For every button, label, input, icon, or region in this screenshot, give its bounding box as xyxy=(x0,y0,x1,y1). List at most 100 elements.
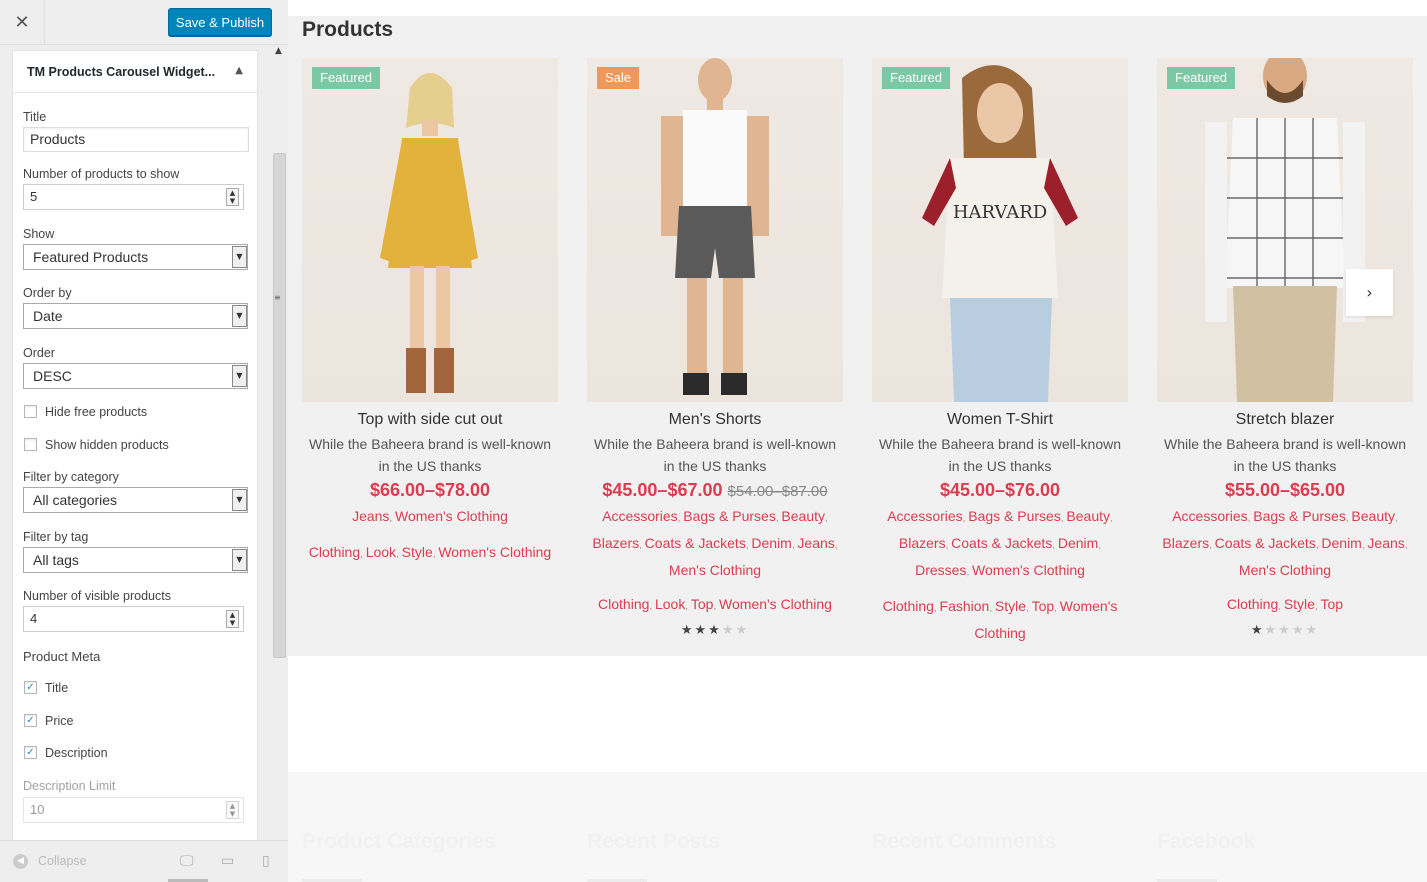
collapse-icon[interactable]: ◀ xyxy=(13,854,28,869)
product-badge: Featured xyxy=(312,67,381,89)
tag-link[interactable]: Clothing xyxy=(309,544,360,560)
product-name[interactable]: Stretch blazer xyxy=(1157,411,1413,429)
category-link[interactable]: Men's Clothing xyxy=(1239,562,1331,578)
filter-tag-select[interactable]: All tags ▼ xyxy=(23,547,248,573)
tag-link[interactable]: Top xyxy=(1032,598,1055,614)
category-link[interactable]: Bags & Purses xyxy=(968,508,1061,524)
category-link[interactable]: Denim xyxy=(751,535,791,551)
description-limit-input[interactable]: 10 ▲ ▼ xyxy=(23,797,244,823)
category-link[interactable]: Jeans xyxy=(1367,535,1404,551)
spinner-icon[interactable]: ▲ ▼ xyxy=(226,801,239,819)
category-link[interactable]: Denim xyxy=(1058,535,1098,551)
product-categories: Accessories, Bags & Purses, Beauty, Blaz… xyxy=(872,504,1128,585)
category-link[interactable]: Coats & Jackets xyxy=(1215,535,1316,551)
product-image[interactable]: HARVARD Featured xyxy=(872,58,1128,402)
old-price: $54.00–$87.00 xyxy=(727,483,828,500)
dropdown-arrow-icon[interactable]: ▼ xyxy=(232,549,247,571)
product-name[interactable]: Men's Shorts xyxy=(587,411,843,429)
product-name[interactable]: Women T-Shirt xyxy=(872,411,1128,429)
tag-link[interactable]: Style xyxy=(402,544,433,560)
tag-link[interactable]: Style xyxy=(1284,596,1315,612)
hide-free-checkbox[interactable] xyxy=(24,405,37,418)
separator: , xyxy=(1404,540,1408,551)
carousel-next-icon[interactable]: › xyxy=(1346,269,1393,316)
category-link[interactable]: Women's Clothing xyxy=(395,508,508,524)
star-icon: ★ xyxy=(1305,623,1320,638)
tag-link[interactable]: Style xyxy=(995,598,1026,614)
product-card: HARVARD Featured Women T-Shirt While the Ba… xyxy=(872,58,1128,646)
tag-link[interactable]: Top xyxy=(1321,596,1344,612)
tag-link[interactable]: Women's Clothing xyxy=(719,596,832,612)
category-link[interactable]: Bags & Purses xyxy=(1253,508,1346,524)
category-link[interactable]: Accessories xyxy=(1172,508,1247,524)
show-hidden-checkbox[interactable] xyxy=(24,438,37,451)
tablet-icon[interactable]: ▭ xyxy=(221,853,234,869)
meta-price-checkbox[interactable]: ✓ xyxy=(24,714,37,727)
tag-link[interactable]: Look xyxy=(366,544,396,560)
category-link[interactable]: Coats & Jackets xyxy=(645,535,746,551)
category-link[interactable]: Women's Clothing xyxy=(972,562,1085,578)
tag-link[interactable]: Clothing xyxy=(598,596,649,612)
num-products-input[interactable]: 5 ▲ ▼ xyxy=(23,184,244,210)
category-link[interactable]: Blazers xyxy=(592,535,639,551)
collapse-button[interactable]: Collapse xyxy=(38,854,87,868)
product-tags: Clothing, Look, Style, Women's Clothing xyxy=(302,540,558,567)
star-icon: ★ xyxy=(735,623,750,638)
show-select[interactable]: Featured Products ▼ xyxy=(23,244,248,270)
tag-link[interactable]: Women's Clothing xyxy=(438,544,551,560)
category-link[interactable]: Jeans xyxy=(797,535,834,551)
tag-link[interactable]: Clothing xyxy=(1227,596,1278,612)
desktop-icon[interactable]: 🖵 xyxy=(180,853,194,869)
category-link[interactable]: Beauty xyxy=(781,508,825,524)
product-image[interactable]: Featured xyxy=(302,58,558,402)
title-input[interactable]: Products xyxy=(23,127,249,152)
widget-panel: TM Products Carousel Widget... ▲ Title P… xyxy=(12,50,258,842)
filter-category-select[interactable]: All categories ▼ xyxy=(23,487,248,513)
dropdown-arrow-icon[interactable]: ▼ xyxy=(232,305,247,327)
close-icon[interactable]: ✕ xyxy=(0,0,45,45)
category-link[interactable]: Beauty xyxy=(1066,508,1110,524)
category-link[interactable]: Beauty xyxy=(1351,508,1395,524)
meta-title-checkbox[interactable]: ✓ xyxy=(24,681,37,694)
scroll-up-icon[interactable]: ▲ xyxy=(275,46,282,56)
product-badge: Sale xyxy=(597,67,640,89)
product-tags: Clothing, Style, Top xyxy=(1157,592,1413,619)
order-select[interactable]: DESC ▼ xyxy=(23,363,248,389)
scrollbar-thumb[interactable] xyxy=(273,153,286,658)
category-link[interactable]: Denim xyxy=(1321,535,1361,551)
category-link[interactable]: Jeans xyxy=(352,508,389,524)
tag-link[interactable]: Fashion xyxy=(940,598,990,614)
mobile-icon[interactable]: ▯ xyxy=(262,853,270,869)
dropdown-arrow-icon[interactable]: ▼ xyxy=(232,365,247,387)
tag-link[interactable]: Top xyxy=(691,596,714,612)
category-link[interactable]: Coats & Jackets xyxy=(951,535,1052,551)
spinner-icon[interactable]: ▲ ▼ xyxy=(226,188,239,206)
caret-up-icon[interactable]: ▲ xyxy=(235,65,243,76)
site-footer: Product Categories Recent Posts Recent C… xyxy=(288,772,1427,882)
category-link[interactable]: Blazers xyxy=(899,535,946,551)
product-card: Sale Men's Shorts While the Baheera brand … xyxy=(587,58,843,638)
product-name[interactable]: Top with side cut out xyxy=(302,411,558,429)
tag-link[interactable]: Clothing xyxy=(883,598,934,614)
spinner-icon[interactable]: ▲ ▼ xyxy=(226,610,239,628)
meta-description-checkbox[interactable]: ✓ xyxy=(24,746,37,759)
widget-header[interactable]: TM Products Carousel Widget... ▲ xyxy=(13,51,257,93)
category-link[interactable]: Dresses xyxy=(915,562,966,578)
save-publish-button[interactable]: Save & Publish xyxy=(168,8,272,36)
grip-icon: ≡ xyxy=(274,293,281,302)
dropdown-arrow-icon[interactable]: ▼ xyxy=(232,246,247,268)
category-link[interactable]: Bags & Purses xyxy=(683,508,776,524)
visible-products-input[interactable]: 4 ▲ ▼ xyxy=(23,606,244,632)
product-image[interactable]: Sale xyxy=(587,58,843,402)
sidebar-scrollbar[interactable]: ▲ ≡ xyxy=(271,45,288,840)
orderby-select[interactable]: Date ▼ xyxy=(23,303,248,329)
product-image[interactable]: Featured xyxy=(1157,58,1413,402)
category-link[interactable]: Blazers xyxy=(1162,535,1209,551)
category-link[interactable]: Accessories xyxy=(887,508,962,524)
star-icon: ★ xyxy=(1291,623,1306,638)
tag-link[interactable]: Look xyxy=(655,596,685,612)
category-link[interactable]: Men's Clothing xyxy=(669,562,761,578)
category-link[interactable]: Accessories xyxy=(602,508,677,524)
dropdown-arrow-icon[interactable]: ▼ xyxy=(232,489,247,511)
product-card: Featured Stretch blazer While the Baheera … xyxy=(1157,58,1413,638)
